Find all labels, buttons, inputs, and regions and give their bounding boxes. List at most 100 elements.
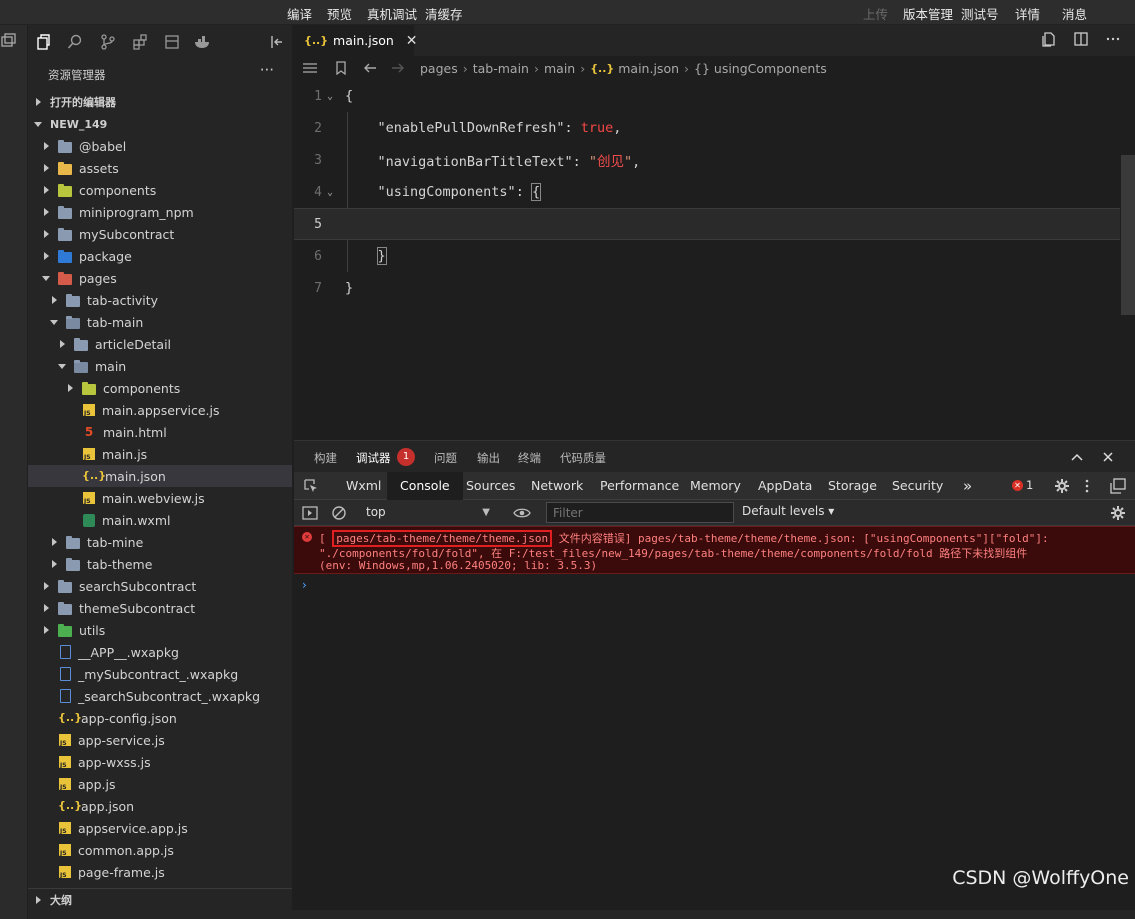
eye-icon[interactable]: [513, 505, 531, 521]
chevron-right-icon[interactable]: [50, 537, 60, 547]
details-button[interactable]: 详情: [1015, 4, 1040, 23]
tree-item[interactable]: page-frame.js: [28, 861, 292, 883]
clear-console-icon[interactable]: [331, 505, 347, 521]
tab-debugger[interactable]: 调试器: [356, 450, 391, 466]
breadcrumb-item[interactable]: {} usingComponents: [694, 61, 827, 76]
tree-item[interactable]: utils: [28, 619, 292, 641]
tree-item[interactable]: tab-activity: [28, 289, 292, 311]
forward-arrow-icon[interactable]: [390, 61, 406, 75]
open-editors-section[interactable]: 打开的编辑器: [28, 91, 292, 113]
bookmark-icon[interactable]: [334, 61, 348, 75]
split-icon[interactable]: [0, 25, 28, 55]
tree-item[interactable]: main.js: [28, 443, 292, 465]
gear-icon[interactable]: [1110, 505, 1126, 521]
tree-item[interactable]: {..} app.json: [28, 795, 292, 817]
error-counter[interactable]: ✕ 1: [1012, 478, 1033, 492]
code-line[interactable]: 1 ⌄ {: [294, 80, 1120, 112]
close-icon[interactable]: ✕: [406, 33, 418, 49]
tree-item[interactable]: tab-main: [28, 311, 292, 333]
chevron-right-icon[interactable]: [50, 559, 60, 569]
tab-appdata[interactable]: AppData: [758, 472, 812, 500]
tab-wxml[interactable]: Wxml: [346, 472, 381, 500]
tree-item[interactable]: _searchSubcontract_.wxapkg: [28, 685, 292, 707]
chevron-right-icon[interactable]: [42, 163, 52, 173]
chevron-right-icon[interactable]: [42, 141, 52, 151]
tree-item[interactable]: main.wxml: [28, 509, 292, 531]
tree-item[interactable]: app.js: [28, 773, 292, 795]
tree-item[interactable]: themeSubcontract: [28, 597, 292, 619]
tree-item[interactable]: searchSubcontract: [28, 575, 292, 597]
source-control-icon[interactable]: [99, 33, 117, 51]
tab-terminal[interactable]: 终端: [518, 450, 541, 466]
docker-icon[interactable]: [194, 33, 212, 51]
tree-item[interactable]: {..} main.json: [28, 465, 292, 487]
search-icon[interactable]: [66, 33, 84, 51]
tree-item[interactable]: main.appservice.js: [28, 399, 292, 421]
console-prompt[interactable]: ›: [302, 578, 307, 592]
tree-item[interactable]: pages: [28, 267, 292, 289]
tab-console[interactable]: Console: [387, 472, 463, 500]
clear-cache-button[interactable]: 清缓存: [425, 4, 463, 23]
tree-item[interactable]: app-service.js: [28, 729, 292, 751]
inspect-element-icon[interactable]: [303, 478, 319, 494]
tree-item[interactable]: {..} app-config.json: [28, 707, 292, 729]
code-line[interactable]: 3 "navigationBarTitleText": "创见",: [294, 144, 1120, 176]
tree-item[interactable]: __APP__.wxapkg: [28, 641, 292, 663]
chevron-down-icon[interactable]: [58, 361, 68, 371]
breadcrumb-item[interactable]: main.json: [618, 61, 679, 76]
tree-item[interactable]: tab-theme: [28, 553, 292, 575]
outline-section[interactable]: 大纲: [28, 888, 292, 910]
log-levels-select[interactable]: Default levels ▾: [742, 504, 834, 518]
tab-main-json[interactable]: {..} main.json ✕: [294, 25, 418, 56]
gear-icon[interactable]: [1054, 478, 1070, 494]
tree-item[interactable]: assets: [28, 157, 292, 179]
code-line[interactable]: 4 ⌄ "usingComponents": {: [294, 176, 1120, 208]
tab-memory[interactable]: Memory: [690, 472, 741, 500]
tab-sources[interactable]: Sources: [466, 472, 515, 500]
tab-security[interactable]: Security: [892, 472, 943, 500]
tab-build[interactable]: 构建: [314, 450, 337, 466]
more-tabs-icon[interactable]: »: [963, 472, 972, 500]
undock-icon[interactable]: [1110, 478, 1126, 494]
tab-code-quality[interactable]: 代码质量: [560, 450, 606, 466]
list-icon[interactable]: [302, 61, 318, 75]
compile-button[interactable]: 编译: [287, 4, 312, 23]
close-icon[interactable]: [1102, 451, 1114, 463]
code-line[interactable]: 7}: [294, 272, 1120, 304]
chevron-up-icon[interactable]: [1070, 451, 1084, 463]
breadcrumb-item[interactable]: pages: [420, 61, 458, 76]
context-select[interactable]: top ▼: [356, 502, 498, 523]
tree-item[interactable]: main: [28, 355, 292, 377]
tree-item[interactable]: common.app.js: [28, 839, 292, 861]
tree-item[interactable]: appservice.app.js: [28, 817, 292, 839]
split-editor-icon[interactable]: [1073, 31, 1089, 47]
tree-item[interactable]: articleDetail: [28, 333, 292, 355]
storage-icon[interactable]: [163, 33, 181, 51]
tree-item[interactable]: package: [28, 245, 292, 267]
code-line[interactable]: 2 "enablePullDownRefresh": true,: [294, 112, 1120, 144]
tab-network[interactable]: Network: [531, 472, 583, 500]
tree-item[interactable]: components: [28, 179, 292, 201]
breadcrumb-item[interactable]: main: [544, 61, 575, 76]
chevron-right-icon[interactable]: [42, 229, 52, 239]
upload-button[interactable]: 上传: [863, 4, 888, 23]
chevron-right-icon[interactable]: [50, 295, 60, 305]
chevron-down-icon[interactable]: [42, 273, 52, 283]
tree-item[interactable]: 5 main.html: [28, 421, 292, 443]
chevron-right-icon[interactable]: [42, 185, 52, 195]
preview-button[interactable]: 预览: [327, 4, 352, 23]
fold-chevron-icon[interactable]: ⌄: [327, 91, 333, 102]
project-section[interactable]: NEW_149: [28, 113, 292, 135]
fold-chevron-icon[interactable]: ⌄: [327, 187, 333, 198]
chevron-right-icon[interactable]: [42, 251, 52, 261]
tree-item[interactable]: mySubcontract: [28, 223, 292, 245]
tab-problems[interactable]: 问题: [434, 450, 457, 466]
code-line[interactable]: 5: [294, 208, 1120, 240]
tree-item[interactable]: main.webview.js: [28, 487, 292, 509]
code-line[interactable]: 6 }: [294, 240, 1120, 272]
collapse-panel-icon[interactable]: [268, 33, 286, 51]
kebab-menu-icon[interactable]: [1084, 478, 1090, 494]
tree-item[interactable]: @babel: [28, 135, 292, 157]
chevron-right-icon[interactable]: [66, 383, 76, 393]
editor-scrollbar[interactable]: [1121, 155, 1135, 315]
